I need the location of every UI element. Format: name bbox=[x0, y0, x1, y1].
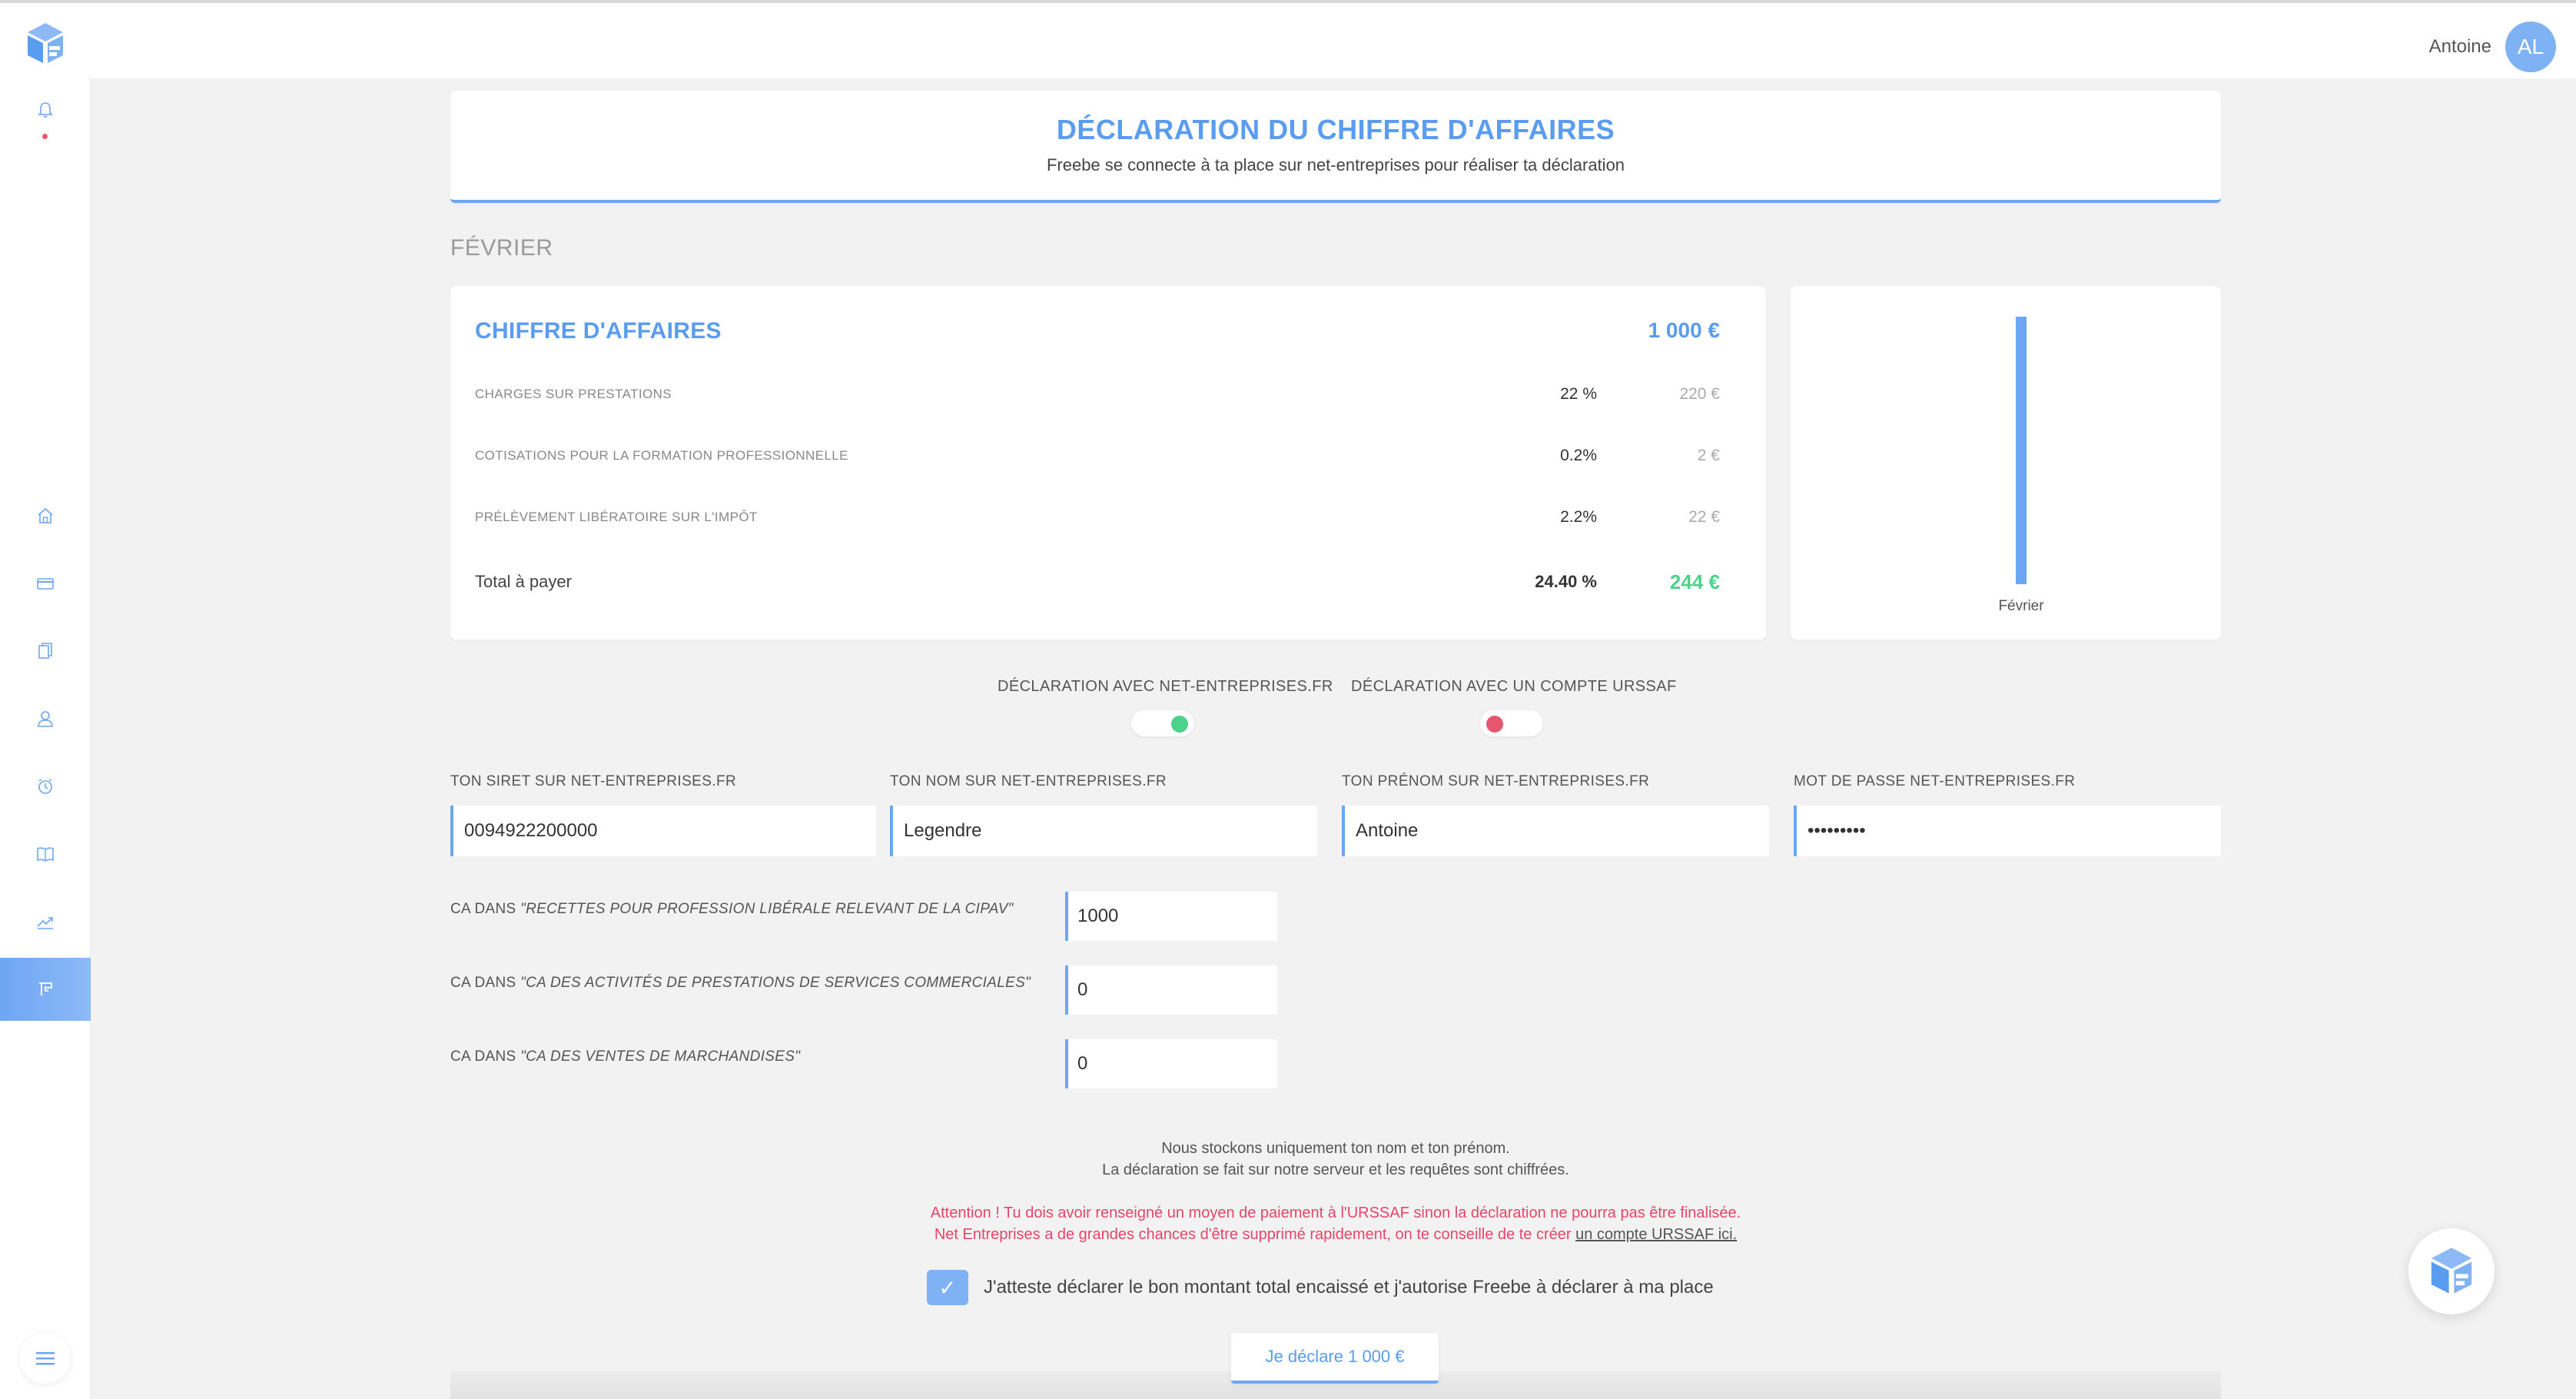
sidebar bbox=[0, 78, 91, 1399]
password-input[interactable] bbox=[1794, 806, 2221, 856]
ca-prefix: CA DANS bbox=[450, 901, 521, 917]
charge-label: PRÉLÈVEMENT LIBÉRATOIRE SUR L'IMPÔT bbox=[475, 510, 758, 524]
home-icon[interactable] bbox=[0, 484, 91, 547]
period-month: FÉVRIER bbox=[450, 235, 553, 261]
page-subtitle: Freebe se connecte à ta place sur net-en… bbox=[1046, 155, 1625, 174]
ca-prefix: CA DANS bbox=[450, 1048, 521, 1065]
ca-category: "CA DES ACTIVITÉS DE PRESTATIONS DE SERV… bbox=[520, 975, 1031, 991]
charge-row: PRÉLÈVEMENT LIBÉRATOIRE SUR L'IMPÔT 2.2%… bbox=[475, 506, 1720, 529]
ca-services-label: CA DANS "CA DES ACTIVITÉS DE PRESTATIONS… bbox=[450, 975, 1031, 992]
hamburger-icon bbox=[36, 1352, 55, 1365]
urssaf-warning: Attention ! Tu dois avoir renseigné un m… bbox=[450, 1202, 2221, 1245]
urssaf-toggle[interactable] bbox=[1480, 710, 1543, 736]
chart-bar bbox=[2016, 317, 2027, 584]
charge-amount: 220 € bbox=[1679, 385, 1720, 403]
revenue-chart: Février bbox=[1791, 286, 2221, 640]
credit-card-icon[interactable] bbox=[0, 552, 91, 615]
total-row: Total à payer 24.40 % 244 € bbox=[475, 570, 1720, 593]
bell-icon[interactable] bbox=[0, 78, 91, 141]
user-icon[interactable] bbox=[0, 687, 91, 750]
trending-icon[interactable] bbox=[0, 890, 91, 953]
warning-text: Net Entreprises a de grandes chances d'ê… bbox=[934, 1226, 1576, 1243]
user-menu[interactable]: Antoine AL bbox=[2429, 22, 2556, 72]
charge-amount: 2 € bbox=[1697, 447, 1720, 464]
top-bar: Antoine AL bbox=[0, 0, 2576, 78]
prenom-input[interactable] bbox=[1342, 806, 1769, 856]
menu-button[interactable] bbox=[20, 1333, 71, 1384]
charge-rate: 22 % bbox=[1560, 385, 1597, 403]
charge-amount: 22 € bbox=[1688, 508, 1720, 526]
chart-svg: Février bbox=[1998, 317, 2044, 614]
privacy-info: Nous stockons uniquement ton nom et ton … bbox=[450, 1138, 2221, 1181]
freebe-logo-icon bbox=[2431, 1248, 2472, 1294]
ca-cipav-label: CA DANS "RECETTES POUR PROFESSION LIBÉRA… bbox=[450, 901, 1014, 918]
charge-label: COTISATIONS POUR LA FORMATION PROFESSION… bbox=[475, 448, 848, 463]
ca-merchandise-input[interactable] bbox=[1065, 1039, 1277, 1088]
check-icon: ✓ bbox=[938, 1275, 957, 1300]
nom-label: TON NOM SUR NET-ENTREPRISES.FR bbox=[890, 773, 1167, 789]
declare-button[interactable]: Je déclare 1 000 € bbox=[1231, 1333, 1439, 1384]
ca-cipav-input[interactable] bbox=[1065, 892, 1277, 941]
password-label: MOT DE PASSE NET-ENTREPRISES.FR bbox=[1794, 773, 2076, 789]
toggle-knob bbox=[1171, 716, 1188, 733]
declaration-icon[interactable] bbox=[0, 958, 91, 1021]
total-label: Total à payer bbox=[475, 572, 572, 591]
chart-category-label: Février bbox=[1998, 598, 2044, 614]
ca-services-input[interactable] bbox=[1065, 965, 1277, 1015]
ca-category: "RECETTES POUR PROFESSION LIBÉRALE RELEV… bbox=[520, 901, 1014, 917]
siret-label: TON SIRET SUR NET-ENTREPRISES.FR bbox=[450, 773, 737, 789]
charge-label: CHARGES SUR PRESTATIONS bbox=[475, 387, 672, 401]
charge-row: CHARGES SUR PRESTATIONS 22 % 220 € bbox=[475, 383, 1720, 406]
freebe-help-button[interactable] bbox=[2408, 1228, 2495, 1314]
attestation[interactable]: ✓ J'atteste déclarer le bon montant tota… bbox=[927, 1270, 1714, 1305]
ca-category: "CA DES VENTES DE MARCHANDISES" bbox=[520, 1048, 801, 1065]
info-line: Nous stockons uniquement ton nom et ton … bbox=[1161, 1140, 1510, 1157]
siret-input[interactable] bbox=[450, 806, 876, 856]
nom-input[interactable] bbox=[890, 806, 1317, 856]
charge-rate: 0.2% bbox=[1560, 447, 1597, 464]
urssaf-link[interactable]: un compte URSSAF ici. bbox=[1575, 1226, 1737, 1243]
info-line: La déclaration se fait sur notre serveur… bbox=[1102, 1161, 1569, 1178]
avatar[interactable]: AL bbox=[2505, 22, 2556, 72]
ca-merchandise-label: CA DANS "CA DES VENTES DE MARCHANDISES" bbox=[450, 1048, 800, 1065]
total-rate: 24.40 % bbox=[1535, 572, 1597, 591]
warning-line: Net Entreprises a de grandes chances d'ê… bbox=[450, 1224, 2221, 1245]
net-entreprises-toggle-label: DÉCLARATION AVEC NET-ENTREPRISES.FR bbox=[998, 678, 1333, 695]
charge-row: COTISATIONS POUR LA FORMATION PROFESSION… bbox=[475, 444, 1720, 467]
total-amount: 244 € bbox=[1669, 570, 1720, 593]
toggle-knob bbox=[1486, 716, 1503, 733]
warning-line: Attention ! Tu dois avoir renseigné un m… bbox=[930, 1205, 1741, 1221]
prenom-label: TON PRÉNOM SUR NET-ENTREPRISES.FR bbox=[1342, 773, 1650, 789]
documents-icon[interactable] bbox=[0, 620, 91, 683]
user-name: Antoine bbox=[2428, 36, 2491, 57]
clock-icon[interactable] bbox=[0, 755, 91, 818]
charge-rate: 2.2% bbox=[1560, 508, 1597, 526]
urssaf-toggle-label: DÉCLARATION AVEC UN COMPTE URSSAF bbox=[1351, 678, 1677, 695]
ca-prefix: CA DANS bbox=[450, 975, 521, 991]
notification-dot bbox=[42, 134, 48, 139]
revenue-title: CHIFFRE D'AFFAIRES bbox=[475, 318, 722, 344]
page-title: DÉCLARATION DU CHIFFRE D'AFFAIRES bbox=[1056, 114, 1615, 145]
revenue-amount: 1 000 € bbox=[1648, 318, 1720, 342]
attest-checkbox[interactable]: ✓ bbox=[927, 1270, 968, 1305]
revenue-summary-card: CHIFFRE D'AFFAIRES 1 000 € CHARGES SUR P… bbox=[450, 286, 1766, 640]
attest-text: J'atteste déclarer le bon montant total … bbox=[984, 1277, 1714, 1298]
net-entreprises-toggle[interactable] bbox=[1131, 710, 1194, 736]
page-header: DÉCLARATION DU CHIFFRE D'AFFAIRES Freebe… bbox=[450, 91, 2221, 203]
book-icon[interactable] bbox=[0, 822, 91, 886]
freebe-logo[interactable] bbox=[23, 22, 68, 66]
